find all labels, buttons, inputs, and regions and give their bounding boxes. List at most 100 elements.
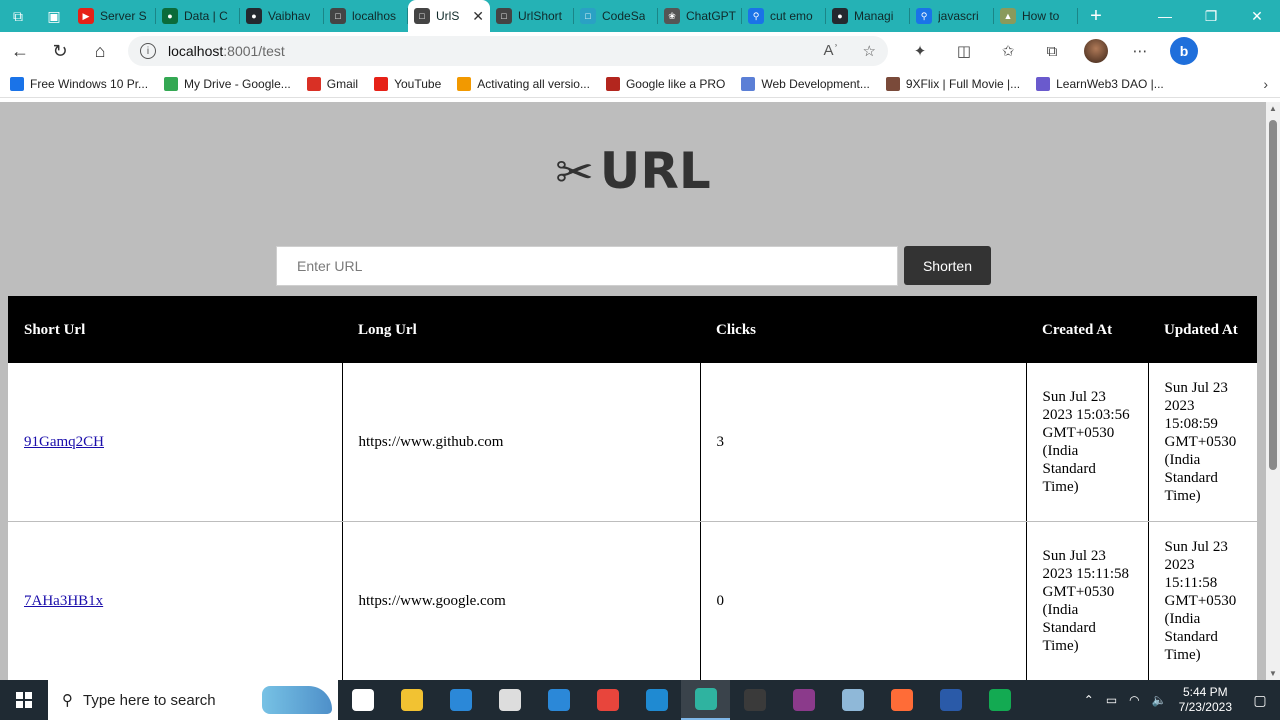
header-short-url: Short Url	[8, 296, 342, 363]
tab-actions-icon[interactable]: ▣	[36, 0, 72, 32]
refresh-icon[interactable]: ↻	[40, 32, 80, 70]
browser-tab[interactable]: ● Vaibhav	[240, 0, 324, 32]
browser-tab[interactable]: ⚲ javascri	[910, 0, 994, 32]
bookmark-favicon-icon	[10, 76, 24, 91]
vscode-icon[interactable]	[632, 680, 681, 720]
browser-tab[interactable]: ● Managi	[826, 0, 910, 32]
browser-tab[interactable]: ▲ How to	[994, 0, 1078, 32]
bookmark-item[interactable]: Google like a PRO	[605, 76, 725, 91]
shorten-button[interactable]: Shorten	[904, 246, 991, 285]
page-scrollbar[interactable]: ▲ ▼	[1266, 102, 1280, 680]
taskbar-search[interactable]: ⚲ Type here to search	[48, 680, 338, 720]
tab-favicon-icon: ⚲	[748, 8, 764, 24]
profile-avatar[interactable]	[1074, 32, 1118, 70]
read-aloud-icon[interactable]: Aʾ	[824, 42, 839, 60]
tab-favicon-icon: ●	[246, 8, 262, 24]
tab-title: Managi	[854, 9, 894, 23]
header-updated-at: Updated At	[1148, 296, 1257, 363]
start-button[interactable]	[0, 680, 48, 720]
scrollbar-thumb[interactable]	[1269, 120, 1277, 470]
wifi-icon[interactable]: ◠	[1129, 693, 1139, 707]
urls-table: Short Url Long Url Clicks Created At Upd…	[8, 296, 1257, 680]
browser-tab[interactable]: □ localhos	[324, 0, 408, 32]
bookmark-item[interactable]: LearnWeb3 DAO |...	[1036, 76, 1164, 91]
tab-favicon-icon: □	[496, 8, 512, 24]
browser-tab[interactable]: ▶ Server S	[72, 0, 156, 32]
restore-icon[interactable]: ❐	[1188, 0, 1234, 32]
winrar-icon[interactable]	[779, 680, 828, 720]
bookmark-item[interactable]: Gmail	[306, 76, 358, 91]
minimize-icon[interactable]: —	[1142, 0, 1188, 32]
mongodb-compass-icon-glyph	[988, 689, 1011, 711]
more-menu-icon[interactable]: ⋯	[1118, 32, 1162, 70]
bookmark-item[interactable]: Activating all versio...	[457, 76, 590, 91]
mongodb-compass-icon[interactable]	[975, 680, 1024, 720]
edge-icon[interactable]	[681, 680, 730, 720]
created-at-cell: Sun Jul 23 2023 15:11:58 GMT+0530 (India…	[1026, 521, 1149, 680]
back-icon[interactable]: ←	[0, 32, 40, 70]
clock-time: 5:44 PM	[1182, 685, 1228, 699]
settings-icon[interactable]	[485, 680, 534, 720]
close-tab-icon[interactable]: ✕	[472, 8, 484, 25]
system-tray: ⌃ ▭ ◠ 🔈 5:44 PM 7/23/2023	[1084, 685, 1240, 715]
notepad-icon[interactable]	[828, 680, 877, 720]
terminal-icon[interactable]	[730, 680, 779, 720]
close-window-icon[interactable]: ✕	[1234, 0, 1280, 32]
browser-tab[interactable]: ❀ ChatGPT	[658, 0, 742, 32]
address-input[interactable]: i localhost:8001/test Aʾ ☆	[128, 36, 888, 66]
postman-icon[interactable]	[877, 680, 926, 720]
browser-tab[interactable]: □ CodeSa	[574, 0, 658, 32]
url-input[interactable]	[276, 246, 898, 286]
table-row: 7AHa3HB1x https://www.google.com 0 Sun J…	[8, 521, 1257, 680]
split-screen-icon[interactable]: ◫	[942, 32, 986, 70]
microsoft-store-icon-glyph	[449, 689, 472, 711]
file-explorer-icon-glyph	[400, 689, 423, 711]
battery-icon[interactable]: ▭	[1106, 693, 1117, 707]
favorites-icon[interactable]: ✩	[986, 32, 1030, 70]
search-highlight-image	[262, 686, 332, 714]
scroll-up-icon[interactable]: ▲	[1269, 104, 1277, 113]
microsoft-store-icon[interactable]	[436, 680, 485, 720]
browser-tab[interactable]: □ UrlShort	[490, 0, 574, 32]
bookmark-favicon-icon	[885, 76, 900, 91]
task-view-icon[interactable]	[338, 680, 387, 720]
short-url-link[interactable]: 91Gamq2CH	[24, 434, 104, 450]
bookmark-favicon-icon	[741, 76, 756, 91]
bookmark-item[interactable]: Free Windows 10 Pr...	[10, 76, 148, 91]
updated-at-cell: Sun Jul 23 2023 15:08:59 GMT+0530 (India…	[1148, 363, 1257, 522]
show-hidden-icons-icon[interactable]: ⌃	[1084, 693, 1094, 707]
clock[interactable]: 5:44 PM 7/23/2023	[1179, 685, 1232, 715]
bookmark-item[interactable]: Web Development...	[741, 76, 870, 91]
file-explorer-icon[interactable]	[387, 680, 436, 720]
home-icon[interactable]: ⌂	[80, 32, 120, 70]
new-tab-button[interactable]: +	[1078, 0, 1114, 32]
bookmark-item[interactable]: 9XFlix | Full Movie |...	[885, 76, 1020, 91]
bookmark-item[interactable]: My Drive - Google...	[164, 76, 291, 91]
chrome-icon[interactable]	[583, 680, 632, 720]
workspaces-icon[interactable]: ⧉	[0, 0, 36, 32]
bookmarks-overflow-icon[interactable]: ›	[1263, 76, 1268, 92]
mail-icon[interactable]	[534, 680, 583, 720]
favorite-star-icon[interactable]: ☆	[863, 42, 876, 60]
table-header-row: Short Url Long Url Clicks Created At Upd…	[8, 296, 1257, 363]
browser-tab[interactable]: □ UrlS ✕	[408, 0, 490, 32]
browser-tab[interactable]: ● Data | C	[156, 0, 240, 32]
clicks-cell: 3	[700, 363, 1027, 522]
bookmark-label: YouTube	[394, 76, 442, 91]
site-info-icon[interactable]: i	[140, 43, 156, 59]
tab-title: javascri	[938, 9, 979, 23]
volume-icon[interactable]: 🔈	[1152, 693, 1167, 707]
collections-icon[interactable]: ⧉	[1030, 32, 1074, 70]
extensions-icon[interactable]: ✦	[898, 32, 942, 70]
bing-copilot-icon[interactable]: b	[1162, 32, 1206, 70]
powershell-icon[interactable]	[926, 680, 975, 720]
bookmark-item[interactable]: YouTube	[374, 76, 442, 91]
notifications-icon[interactable]: ▢	[1240, 680, 1280, 720]
tab-favicon-icon: ❀	[664, 8, 680, 24]
tab-title: Server S	[100, 9, 147, 23]
short-url-link[interactable]: 7AHa3HB1x	[24, 593, 103, 609]
chrome-icon-glyph	[596, 689, 619, 711]
tab-strip: ⧉ ▣ ▶ Server S ● Data | C ● Vaibhav □ localhos □…	[0, 0, 1280, 32]
scroll-down-icon[interactable]: ▼	[1269, 669, 1277, 678]
browser-tab[interactable]: ⚲ cut emo	[742, 0, 826, 32]
